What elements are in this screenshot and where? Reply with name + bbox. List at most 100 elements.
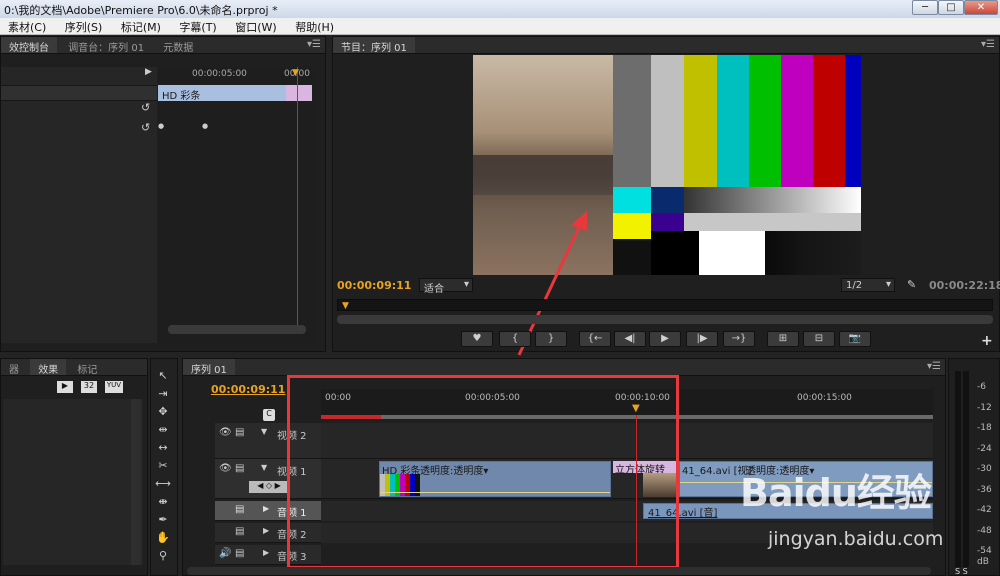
effects-panel: 器 效果 标记 ▶ 32 YUV	[0, 358, 148, 576]
meter-label: -24	[977, 443, 992, 454]
audio-meter-panel: -6 -12 -18 -24 -30 -36 -42 -48 -54 dB S …	[948, 358, 1000, 576]
go-to-in-button[interactable]: {←	[579, 331, 611, 347]
monitor-zoom-bar[interactable]	[337, 315, 993, 324]
panel-menu-icon[interactable]: ▾☰	[981, 39, 995, 50]
speaker-icon[interactable]: ▤	[235, 504, 244, 515]
effect-controls-panel: 效控制台 调音台：序列 01 元数据 ▾☰ ↺ ↺ ▶ 00:00:05:00 …	[0, 36, 326, 352]
chevron-right-icon[interactable]: ▶	[263, 548, 269, 557]
ruler-label: 00:00:15:00	[797, 393, 852, 403]
step-back-button[interactable]: ◀|	[614, 331, 646, 347]
keyframe-icon[interactable]: ●	[202, 122, 208, 130]
wrench-icon[interactable]: ✎	[907, 278, 916, 291]
menu-sequence[interactable]: 序列(S)	[57, 18, 110, 35]
go-to-out-button[interactable]: →}	[723, 331, 755, 347]
meter-label: -6	[977, 382, 986, 392]
mark-out-button[interactable]: }	[535, 331, 567, 347]
keyframe-icon[interactable]: ●	[158, 122, 164, 130]
timeline-timecode[interactable]: 00:00:09:11	[211, 383, 285, 396]
maximize-button[interactable]: □	[938, 0, 964, 15]
selection-tool-icon[interactable]: ↖	[155, 368, 171, 384]
eye-icon[interactable]: 👁	[219, 427, 232, 438]
accelerated-icon[interactable]: ▶	[57, 381, 73, 393]
timeline-scrollbar[interactable]	[187, 567, 931, 575]
snap-icon[interactable]: C	[263, 409, 275, 421]
monitor-time-ruler[interactable]	[337, 299, 993, 311]
chevron-right-icon[interactable]: ▶	[263, 526, 269, 535]
rolling-edit-tool-icon[interactable]: ⇹	[155, 422, 171, 438]
effects-scrollbar[interactable]	[131, 399, 141, 565]
bar-navy	[651, 187, 684, 213]
speaker-icon[interactable]: ▤	[235, 526, 244, 537]
playhead-marker-icon[interactable]: ▼	[342, 301, 349, 311]
lock-icon[interactable]: ▤	[235, 548, 244, 559]
bar-cyan	[613, 187, 651, 213]
effect-list-area: ↺ ↺ ▶	[1, 67, 157, 343]
lock-icon[interactable]: ▤	[235, 463, 244, 474]
panel-menu-icon[interactable]: ▾☰	[927, 361, 941, 372]
effects-tabbar: 器 效果 标记	[1, 359, 147, 376]
tab-markers[interactable]: 标记	[69, 359, 105, 376]
slide-tool-icon[interactable]: ⇼	[155, 494, 171, 510]
chevron-down-icon[interactable]: ▼	[261, 463, 267, 472]
play-icon[interactable]: ▶	[145, 67, 152, 77]
effect-scrollbar[interactable]	[168, 325, 306, 334]
reset-icon[interactable]: ↺	[141, 101, 150, 114]
menu-title[interactable]: 字幕(T)	[171, 18, 223, 35]
tab-effect-controls[interactable]: 效控制台	[1, 37, 57, 54]
menu-window[interactable]: 窗口(W)	[227, 18, 283, 35]
lift-button[interactable]: ⊞	[767, 331, 799, 347]
tab-audio-mixer[interactable]: 调音台：序列 01	[60, 37, 152, 54]
step-forward-button[interactable]: |▶	[686, 331, 718, 347]
menu-help[interactable]: 帮助(H)	[287, 18, 341, 35]
32bit-icon[interactable]: 32	[81, 381, 97, 393]
program-duration: 00:00:22:18	[929, 279, 1000, 292]
zoom-tool-icon[interactable]: ⚲	[155, 548, 171, 564]
chevron-down-icon[interactable]: ▼	[261, 427, 267, 436]
pen-tool-icon[interactable]: ✒	[155, 512, 171, 528]
resolution-dropdown[interactable]: 1/2 ▾	[841, 278, 895, 292]
hand-tool-icon[interactable]: ✋	[155, 530, 171, 546]
add-button[interactable]: +	[981, 333, 993, 349]
play-button[interactable]: ▶	[649, 331, 681, 347]
track-select-tool-icon[interactable]: ⇥	[155, 386, 171, 402]
close-button[interactable]: ✕	[964, 0, 998, 15]
keyframe-nav[interactable]: ◀ ◇ ▶	[249, 481, 289, 493]
tab-metadata[interactable]: 元数据	[155, 37, 201, 54]
program-timecode[interactable]: 00:00:09:11	[337, 279, 411, 292]
yuv-icon[interactable]: YUV	[105, 381, 123, 393]
meter-scale: -6 -12 -18 -24 -30 -36 -42 -48 -54	[977, 377, 992, 562]
add-marker-button[interactable]: ♥	[461, 331, 493, 347]
eye-icon[interactable]: 👁	[219, 463, 232, 474]
tab-sequence[interactable]: 序列 01	[183, 359, 235, 376]
tab-program[interactable]: 节目：序列 01	[333, 37, 415, 54]
effect-timeline-area: 00:00:05:00 00:00 HD 彩条 ● ● ▼	[158, 67, 314, 343]
chevron-down-icon: ▾	[463, 279, 469, 290]
slip-tool-icon[interactable]: ⟷	[155, 476, 171, 492]
ripple-edit-tool-icon[interactable]: ✥	[155, 404, 171, 420]
effect-clip-name: HD 彩条	[162, 91, 201, 102]
playhead-marker-icon[interactable]: ▼	[292, 68, 299, 78]
panel-menu-icon[interactable]: ▾☰	[307, 39, 321, 50]
tab-effects[interactable]: 效果	[30, 359, 67, 376]
lock-icon[interactable]: ▤	[235, 427, 244, 438]
fit-dropdown[interactable]: 适合 ▾	[419, 278, 473, 295]
annotation-highlight-box	[287, 375, 679, 569]
menu-marker[interactable]: 标记(M)	[113, 18, 168, 35]
tab-media[interactable]: 器	[1, 359, 27, 376]
playhead-line	[297, 67, 298, 327]
rate-stretch-tool-icon[interactable]: ↔	[155, 440, 171, 456]
export-frame-button[interactable]: 📷	[839, 331, 871, 347]
bar-white	[699, 231, 765, 275]
reset-icon[interactable]: ↺	[141, 121, 150, 134]
speaker-icon[interactable]: 🔊	[219, 548, 231, 559]
menu-clip[interactable]: 素材(C)	[0, 18, 53, 35]
minimize-button[interactable]: ─	[912, 0, 938, 15]
window-title: 0:\我的文档\Adobe\Premiere Pro\6.0\未命名.prpro…	[4, 4, 278, 17]
mark-in-button[interactable]: {	[499, 331, 531, 347]
solo-buttons[interactable]: S S	[955, 567, 968, 576]
chevron-right-icon[interactable]: ▶	[263, 504, 269, 513]
effect-row	[1, 85, 157, 101]
razor-tool-icon[interactable]: ✂	[155, 458, 171, 474]
watermark-url: jingyan.baidu.com	[768, 528, 944, 550]
extract-button[interactable]: ⊟	[803, 331, 835, 347]
